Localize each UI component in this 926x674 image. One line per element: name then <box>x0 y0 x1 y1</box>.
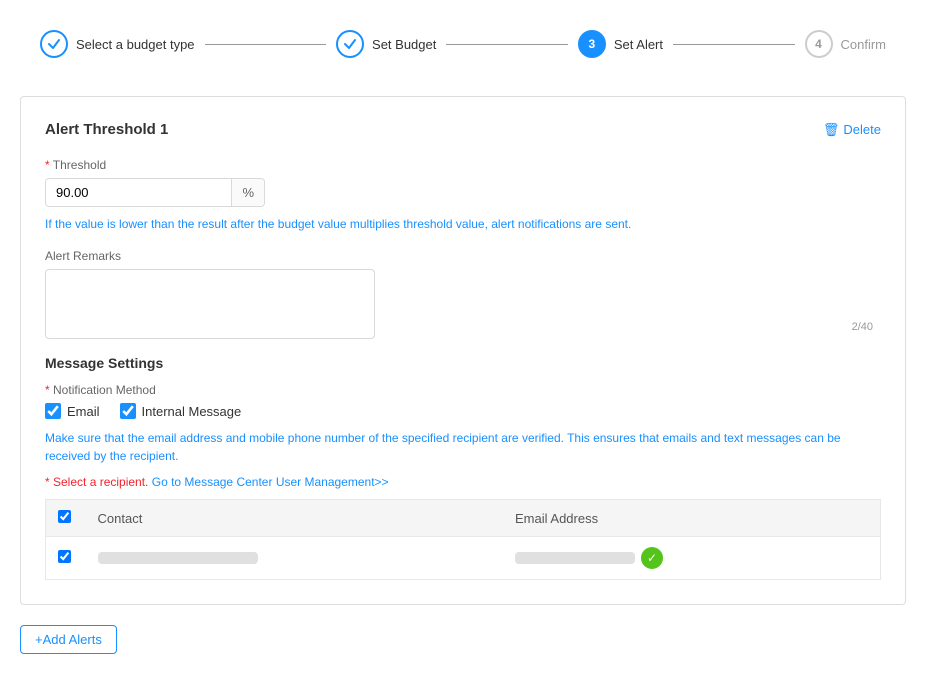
email-checkbox-label: Email <box>67 404 100 419</box>
stepper: Select a budget type Set Budget 3 Set Al… <box>20 20 906 68</box>
connector-2 <box>446 44 568 45</box>
user-management-link[interactable]: User Management>> <box>276 475 389 489</box>
step-1-label: Select a budget type <box>76 37 195 52</box>
delete-button[interactable]: 🗑 Delete <box>823 122 881 138</box>
char-count: 2/40 <box>852 321 873 333</box>
remarks-label: Alert Remarks <box>45 249 881 263</box>
contact-placeholder <box>98 552 258 564</box>
step-2-label: Set Budget <box>372 37 436 52</box>
card-header: Alert Threshold 1 🗑 Delete <box>45 121 881 138</box>
notification-checkboxes: Email Internal Message <box>45 403 881 419</box>
internal-message-checkbox[interactable] <box>120 403 136 419</box>
connector-3 <box>673 44 795 45</box>
internal-message-checkbox-item[interactable]: Internal Message <box>120 403 242 419</box>
step-4-circle: 4 <box>805 30 833 58</box>
step-1-circle <box>40 30 68 58</box>
table-header-row: Contact Email Address <box>46 500 881 537</box>
step-4-label: Confirm <box>841 37 887 52</box>
step-set-alert: 3 Set Alert <box>578 30 663 58</box>
remarks-textarea[interactable] <box>45 269 375 339</box>
threshold-label: Threshold <box>45 158 881 172</box>
step-3-label: Set Alert <box>614 37 663 52</box>
th-check <box>46 500 86 537</box>
th-contact: Contact <box>86 500 504 537</box>
th-email: Email Address <box>503 500 881 537</box>
remarks-wrapper: 2/40 <box>45 269 881 339</box>
recipient-table: Contact Email Address ✓ <box>45 499 881 580</box>
trash-icon: 🗑 <box>823 122 840 138</box>
go-to-message-center-link[interactable]: Go to Message Center <box>152 475 273 489</box>
threshold-hint: If the value is lower than the result af… <box>45 215 881 233</box>
alert-threshold-card: Alert Threshold 1 🗑 Delete Threshold % I… <box>20 96 906 605</box>
threshold-input-group[interactable]: % <box>45 178 265 207</box>
verified-icon: ✓ <box>641 547 663 569</box>
email-placeholder <box>515 552 635 564</box>
step-2-circle <box>336 30 364 58</box>
add-alerts-button[interactable]: +Add Alerts <box>20 625 117 654</box>
email-checkbox-item[interactable]: Email <box>45 403 100 419</box>
email-checkbox[interactable] <box>45 403 61 419</box>
connector-1 <box>205 44 327 45</box>
info-text: Make sure that the email address and mob… <box>45 429 881 465</box>
step-set-budget: Set Budget <box>336 30 436 58</box>
step-3-circle: 3 <box>578 30 606 58</box>
threshold-input[interactable] <box>46 179 231 206</box>
step-confirm: 4 Confirm <box>805 30 887 58</box>
row-checkbox-cell <box>46 537 86 580</box>
step-select-budget-type: Select a budget type <box>40 30 195 58</box>
card-title: Alert Threshold 1 <box>45 121 168 138</box>
internal-message-checkbox-label: Internal Message <box>142 404 242 419</box>
contact-cell <box>86 537 504 580</box>
email-cell-content: ✓ <box>515 547 868 569</box>
table-row: ✓ <box>46 537 881 580</box>
recipient-label: * Select a recipient. <box>45 475 148 489</box>
notification-method-label: Notification Method <box>45 383 881 397</box>
email-cell: ✓ <box>503 537 881 580</box>
recipient-line: * Select a recipient. Go to Message Cent… <box>45 475 881 489</box>
row-checkbox[interactable] <box>58 550 71 563</box>
message-settings-title: Message Settings <box>45 355 881 371</box>
threshold-suffix: % <box>231 179 264 206</box>
select-all-checkbox[interactable] <box>58 510 71 523</box>
